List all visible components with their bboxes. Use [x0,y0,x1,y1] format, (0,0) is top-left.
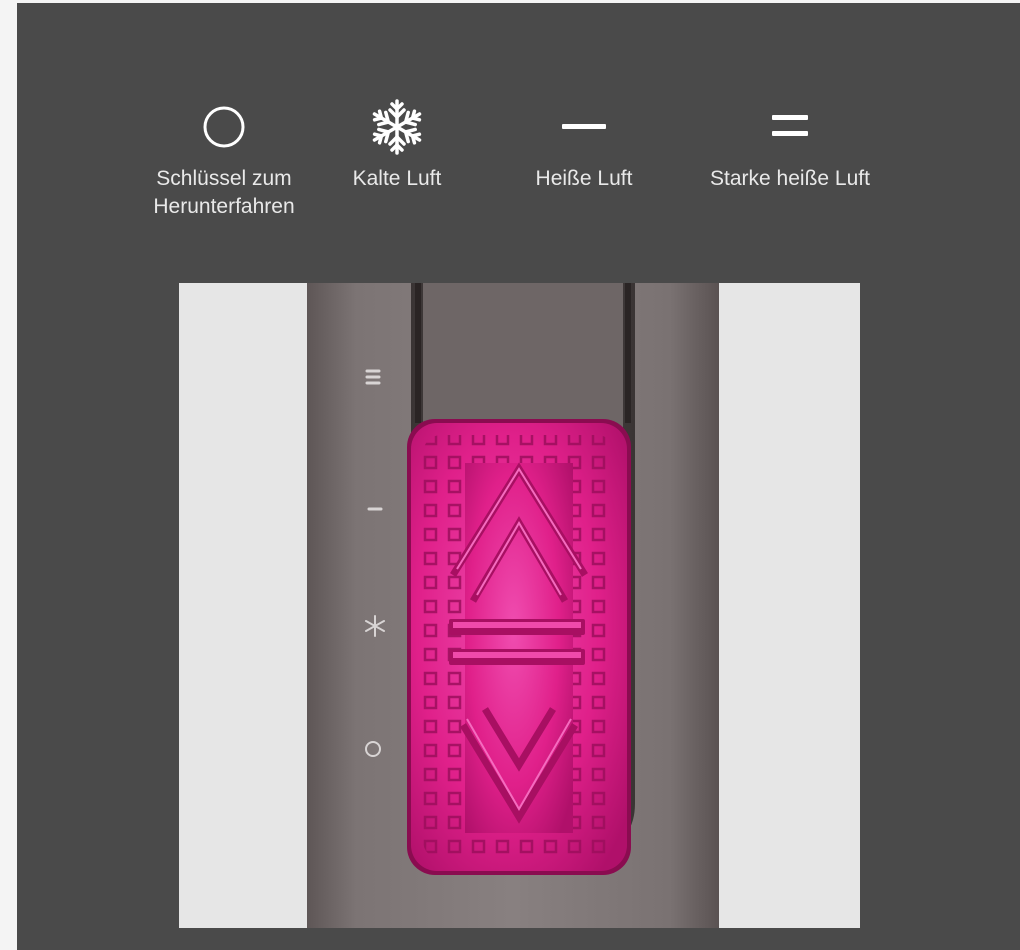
legend-label-hot: Heiße Luft [535,167,633,190]
legend-item-hot: Heiße Luft [469,95,699,193]
legend-label-strong-hot: Starke heiße Luft [710,167,870,190]
legend-label-off-line2: Herunterfahren [153,195,295,218]
mode-legend: Schlüssel zum Herunterfahren Kalte Luft … [17,3,1020,263]
double-dash-icon [675,95,905,159]
page-frame: Schlüssel zum Herunterfahren Kalte Luft … [17,3,1020,950]
slider-switch [407,419,631,875]
legend-item-strong-hot: Starke heiße Luft [675,95,905,193]
styler-switch-illustration [307,283,719,928]
product-photo [179,283,860,928]
single-dash-icon [469,95,699,159]
